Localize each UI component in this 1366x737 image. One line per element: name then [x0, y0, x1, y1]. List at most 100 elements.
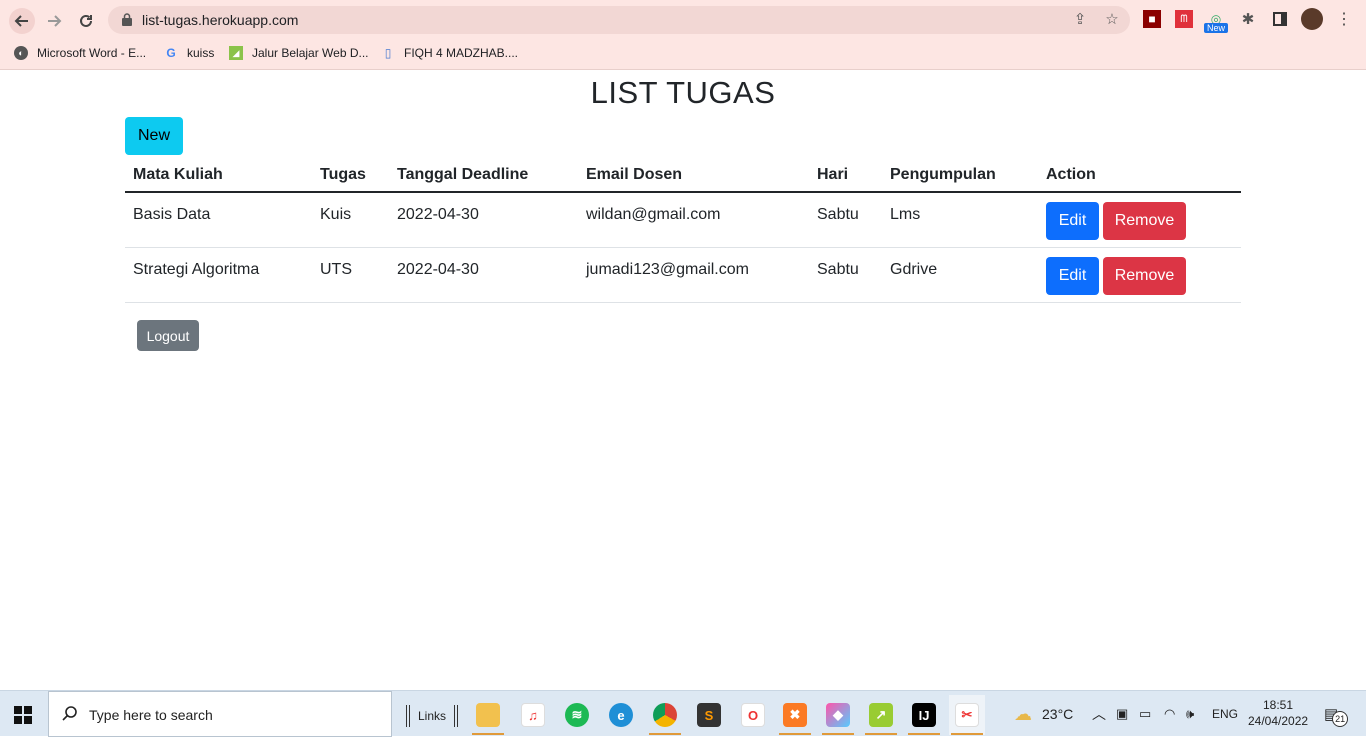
- lock-icon: [122, 13, 132, 26]
- edge-app[interactable]: e: [603, 695, 639, 735]
- intellij-app[interactable]: IJ: [906, 695, 942, 735]
- toolbar-separator: [454, 705, 459, 727]
- bookmark-star-icon[interactable]: ☆: [1104, 12, 1120, 28]
- puzzle-icon[interactable]: ✱: [1239, 10, 1257, 28]
- page-title: LIST TUGAS: [590, 75, 776, 110]
- cell-hari: Sabtu: [809, 192, 882, 248]
- tugas-table: Mata Kuliah Tugas Tanggal Deadline Email…: [125, 159, 1241, 303]
- logout-button[interactable]: Logout: [137, 320, 199, 351]
- header-tugas: Tugas: [312, 159, 389, 193]
- remove-button[interactable]: Remove: [1103, 202, 1186, 240]
- menu-dots-icon[interactable]: ⋮: [1335, 10, 1353, 28]
- table-row: Strategi Algoritma UTS 2022-04-30 jumadi…: [125, 247, 1241, 303]
- reload-icon: [80, 14, 92, 27]
- header-hari: Hari: [809, 159, 882, 193]
- cell-tugas: Kuis: [312, 192, 389, 248]
- system-clock[interactable]: 18:51 24/04/2022: [1248, 697, 1308, 729]
- scissors-icon: ✂: [955, 703, 979, 727]
- header-email-dosen: Email Dosen: [578, 159, 809, 193]
- bookmark-label: kuiss: [187, 46, 215, 60]
- dicoding-icon: ◢: [229, 46, 243, 60]
- cell-tugas: UTS: [312, 247, 389, 303]
- chrome-app[interactable]: [647, 695, 683, 735]
- toolbar-separator: [406, 705, 410, 727]
- sublime-icon: S: [697, 703, 721, 727]
- git-app[interactable]: ◆: [820, 695, 856, 735]
- language-indicator[interactable]: ENG: [1212, 691, 1238, 737]
- bookmark-item[interactable]: ▯ FIQH 4 MADZHAB....: [381, 43, 518, 63]
- clock-date: 24/04/2022: [1248, 714, 1309, 728]
- chrome-icon: [653, 703, 677, 727]
- links-label: Links: [418, 709, 447, 723]
- bookmark-item[interactable]: ◢ Jalur Belajar Web D...: [229, 43, 369, 63]
- bookmark-label: Jalur Belajar Web D...: [252, 46, 369, 60]
- edit-button[interactable]: Edit: [1046, 256, 1099, 295]
- battery-icon[interactable]: ▭: [1139, 691, 1151, 737]
- new-button[interactable]: New: [125, 117, 183, 155]
- forward-button[interactable]: [41, 8, 67, 34]
- table-header-row: Mata Kuliah Tugas Tanggal Deadline Email…: [125, 159, 1241, 193]
- meet-icon[interactable]: ▣: [1116, 691, 1128, 737]
- bookmark-item[interactable]: ◐ Microsoft Word - E...: [14, 43, 146, 63]
- tray-chevron-icon[interactable]: ︿: [1092, 691, 1106, 737]
- cell-action: Edit Remove: [1038, 192, 1241, 248]
- weather-widget[interactable]: ☁ 23°C: [1014, 691, 1073, 737]
- itunes-app[interactable]: ♫: [515, 695, 551, 735]
- avatar[interactable]: [1301, 8, 1323, 30]
- bookmark-label: FIQH 4 MADZHAB....: [404, 46, 519, 60]
- bookmark-label: Microsoft Word - E...: [37, 46, 147, 60]
- office-app[interactable]: O: [735, 695, 771, 735]
- chart-icon: ↗: [869, 703, 893, 727]
- wifi-icon[interactable]: ◠: [1164, 691, 1175, 737]
- header-action: Action: [1038, 159, 1241, 193]
- notification-center[interactable]: ▤ 21: [1324, 691, 1349, 737]
- spotify-app[interactable]: ≋: [559, 695, 595, 735]
- snipping-tool-app[interactable]: ✂: [949, 695, 985, 735]
- intellij-icon: IJ: [912, 703, 936, 727]
- side-panel-icon[interactable]: [1271, 10, 1289, 28]
- new-badge: New: [1204, 23, 1229, 33]
- chart-app[interactable]: ↗: [863, 695, 899, 735]
- share-icon[interactable]: ⇪: [1072, 12, 1088, 28]
- arrow-left-icon: [14, 15, 28, 27]
- volume-icon[interactable]: 🕪: [1186, 691, 1194, 737]
- cell-pengumpulan: Gdrive: [882, 247, 1038, 303]
- cell-email: jumadi123@gmail.com: [578, 247, 809, 303]
- browser-chrome: list-tugas.herokuapp.com ⇪ ☆ ■ ᗰ ◎ New ✱…: [0, 0, 1366, 70]
- address-bar[interactable]: list-tugas.herokuapp.com ⇪ ☆: [108, 6, 1130, 34]
- diamond-icon: ◆: [826, 703, 850, 727]
- bookmarks-bar: ◐ Microsoft Word - E... G kuiss ◢ Jalur …: [0, 40, 1366, 64]
- cell-mata-kuliah: Basis Data: [125, 192, 312, 248]
- document-icon: ▯: [384, 46, 392, 60]
- cell-pengumpulan: Lms: [882, 192, 1038, 248]
- bookmark-item[interactable]: G kuiss: [164, 43, 214, 63]
- edit-button[interactable]: Edit: [1046, 202, 1099, 240]
- extension-mendeley-icon[interactable]: ᗰ: [1175, 10, 1193, 28]
- xampp-icon: ✖: [783, 703, 807, 727]
- taskbar-search[interactable]: Type here to search: [48, 691, 392, 737]
- back-button[interactable]: [9, 8, 35, 34]
- extension-red-icon[interactable]: ■: [1143, 10, 1161, 28]
- cell-deadline: 2022-04-30: [389, 247, 578, 303]
- taskbar: Type here to search Links ♫ ≋ e S O ✖ ◆ …: [0, 690, 1366, 737]
- edge-icon: e: [609, 703, 633, 727]
- reload-button[interactable]: [73, 8, 99, 34]
- xampp-app[interactable]: ✖: [777, 695, 813, 735]
- links-toolbar[interactable]: Links: [398, 705, 466, 727]
- cell-mata-kuliah: Strategi Algoritma: [125, 247, 312, 303]
- table-row: Basis Data Kuis 2022-04-30 wildan@gmail.…: [125, 192, 1241, 248]
- spotify-icon: ≋: [565, 703, 589, 727]
- office-icon: O: [741, 703, 765, 727]
- notification-count: 21: [1332, 711, 1349, 727]
- header-tanggal-deadline: Tanggal Deadline: [389, 159, 578, 193]
- file-explorer-app[interactable]: [470, 695, 506, 735]
- cell-action: Edit Remove: [1038, 247, 1241, 303]
- remove-button[interactable]: Remove: [1103, 256, 1186, 295]
- weather-temp: 23°C: [1042, 706, 1074, 722]
- windows-start-icon[interactable]: [14, 706, 32, 724]
- google-icon: G: [166, 46, 176, 60]
- arrow-right-icon: [48, 15, 62, 27]
- sublime-app[interactable]: S: [691, 695, 727, 735]
- header-pengumpulan: Pengumpulan: [882, 159, 1038, 193]
- search-icon: [62, 706, 77, 721]
